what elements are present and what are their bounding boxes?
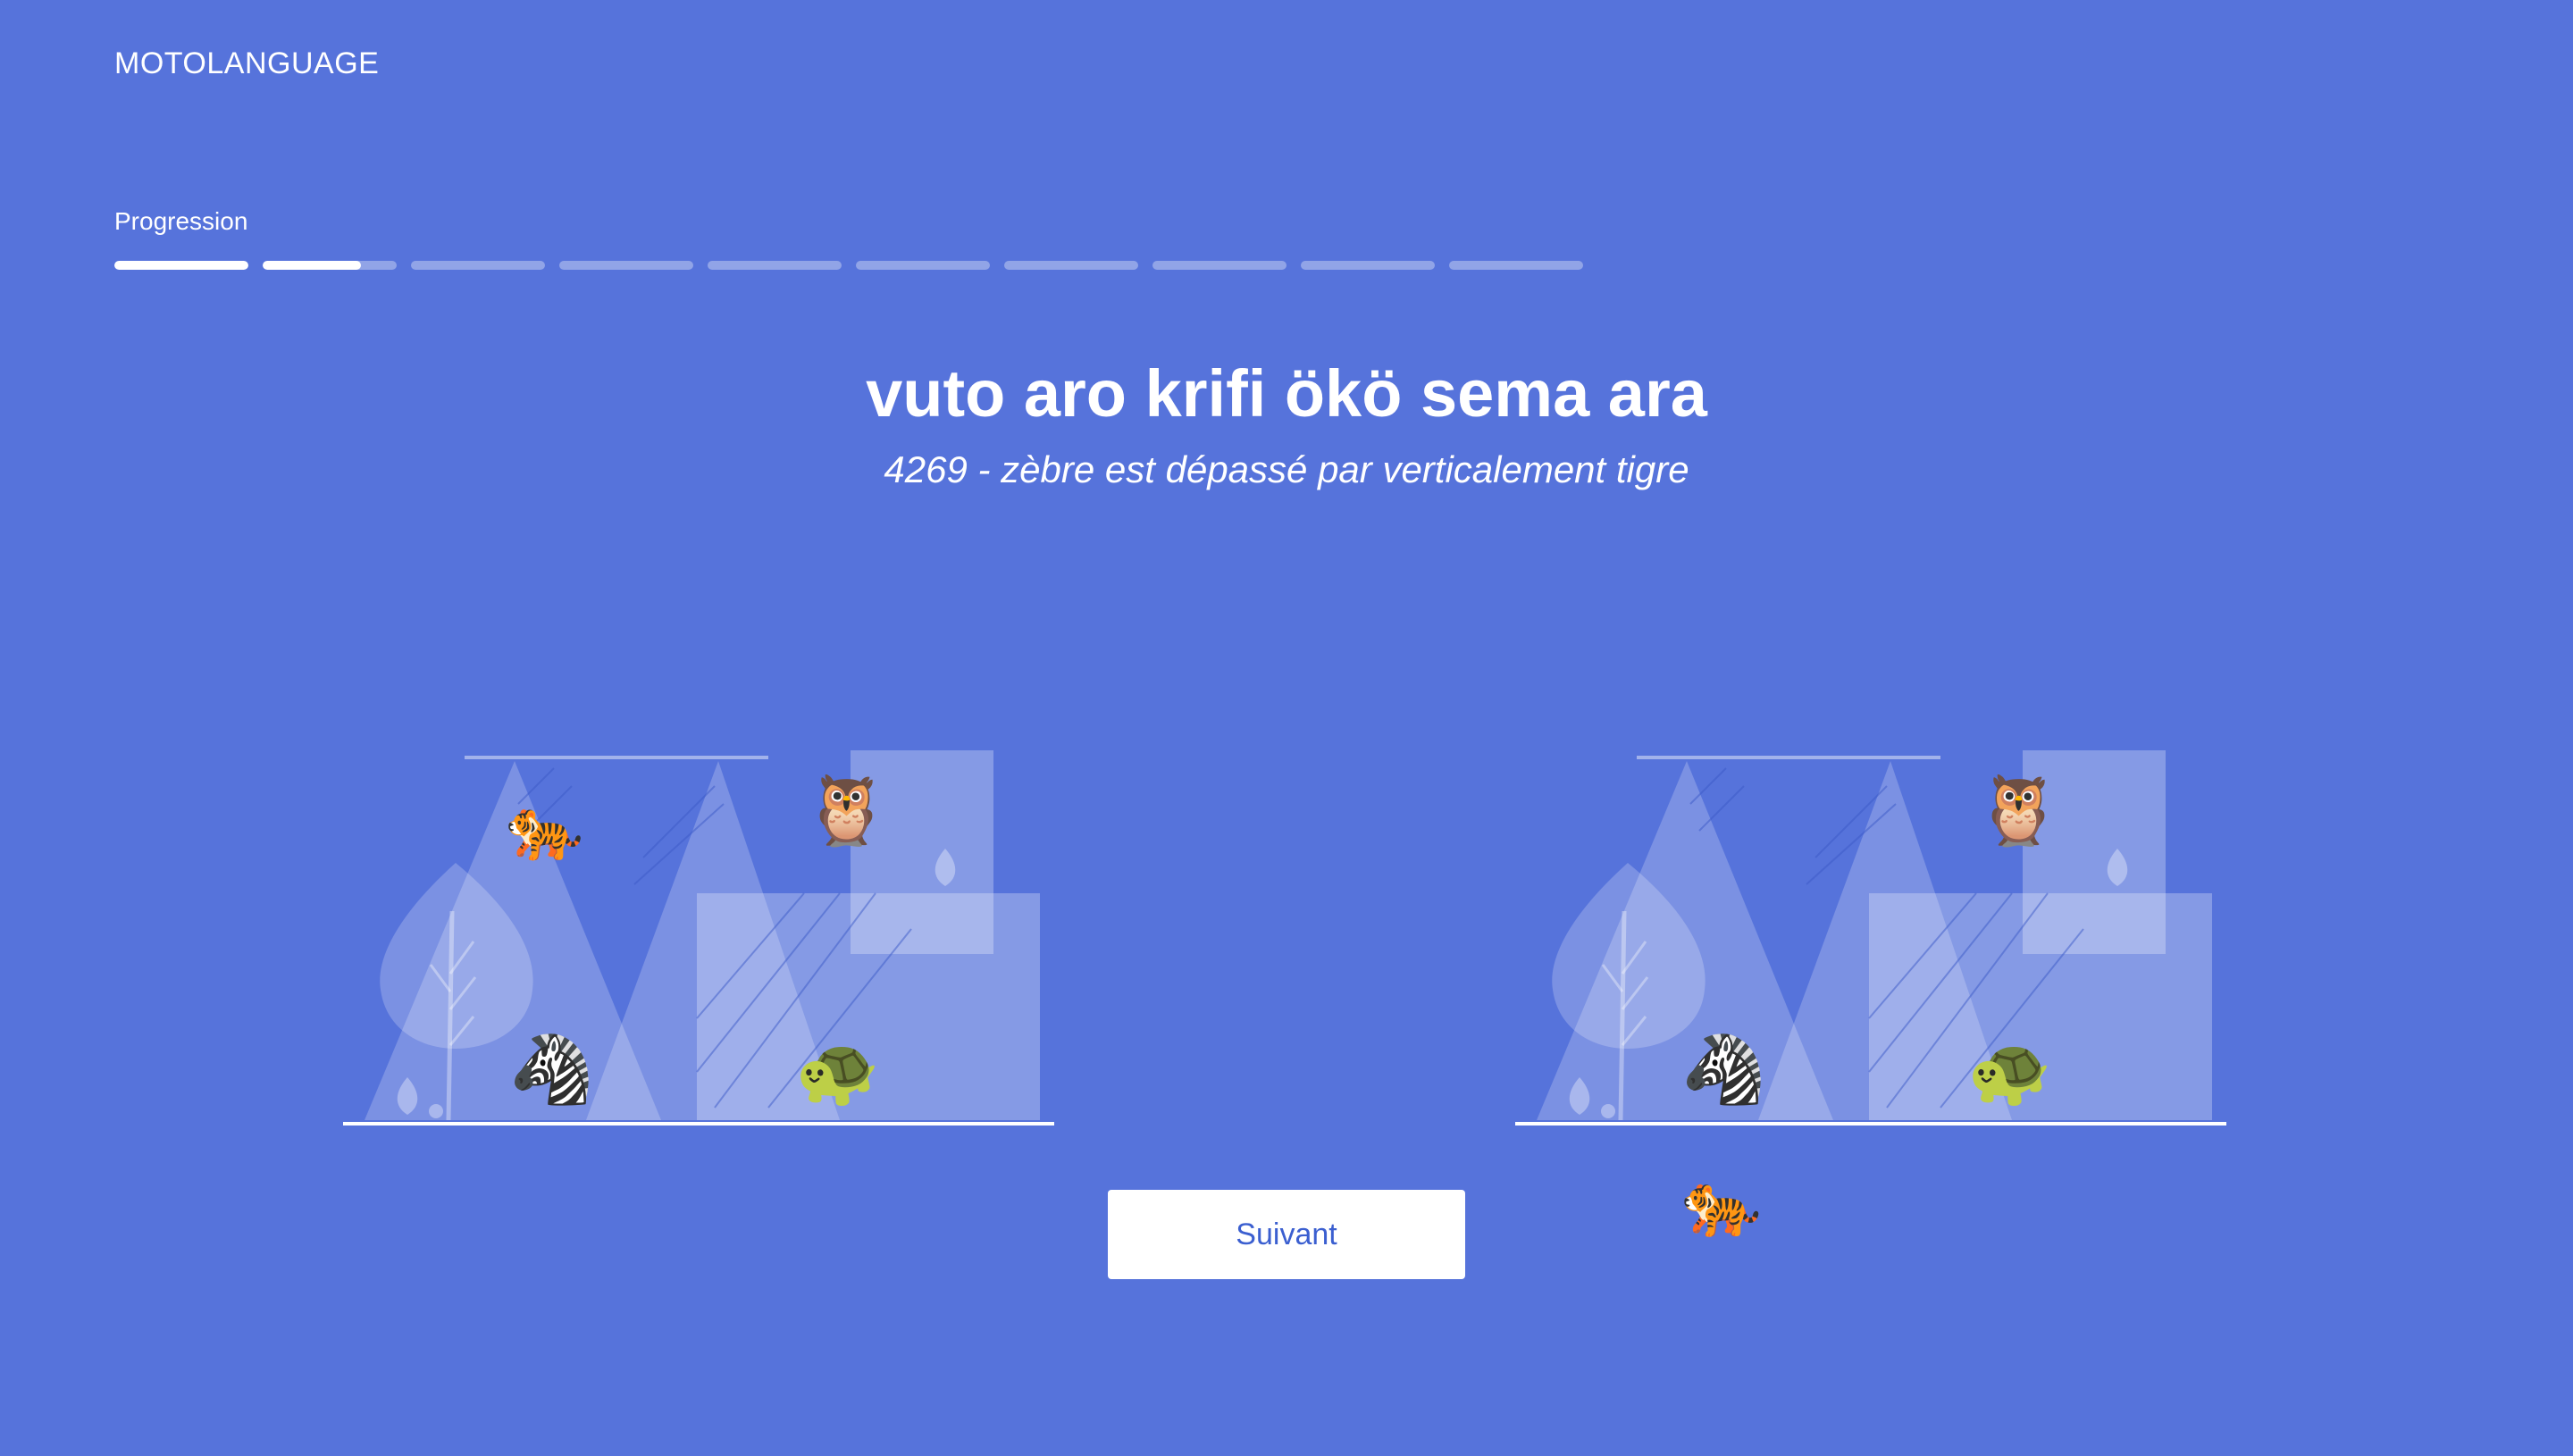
draggable-tiger[interactable]: 🐅 <box>1681 1172 1762 1236</box>
turtle-emoji: 🐢 <box>1967 1033 2052 1109</box>
zebra-emoji: 🦓 <box>509 1032 594 1108</box>
tiger-emoji: 🐅 <box>506 793 584 863</box>
answer-scene[interactable]: 🦉 🦓 🐢 <box>1512 750 2226 1125</box>
scene-background <box>1515 750 2226 1125</box>
progress-segment-fill <box>263 261 361 270</box>
zebra-emoji: 🦓 <box>1681 1032 1766 1108</box>
translation: 4269 - zèbre est dépassé par verticaleme… <box>884 448 1689 490</box>
owl-emoji: 🦉 <box>1976 773 2061 849</box>
progress-segment-fill <box>114 261 248 270</box>
turtle-emoji: 🐢 <box>795 1033 880 1109</box>
reference-scene: 🐅 🦉 🦓 🐢 <box>339 750 1054 1125</box>
progress-label: Progression <box>114 207 248 235</box>
sentence: vuto aro krifi ökö sema ara <box>866 356 1707 431</box>
brand-logo: MOTOLANGUAGE <box>114 46 380 80</box>
progress-segment-3 <box>411 261 545 270</box>
owl-emoji: 🦉 <box>804 773 889 849</box>
progress-segment-8 <box>1152 261 1286 270</box>
progress-segment-5 <box>708 261 842 270</box>
progress-bar <box>114 261 1583 270</box>
progress-segment-6 <box>856 261 990 270</box>
next-button[interactable]: Suivant <box>1108 1190 1465 1279</box>
progress-segment-7 <box>1004 261 1138 270</box>
progress-segment-1 <box>114 261 248 270</box>
progress-segment-10 <box>1449 261 1583 270</box>
scene-background <box>343 750 1054 1125</box>
progress-segment-9 <box>1301 261 1435 270</box>
progress-segment-4 <box>559 261 693 270</box>
progress-segment-2 <box>263 261 397 270</box>
